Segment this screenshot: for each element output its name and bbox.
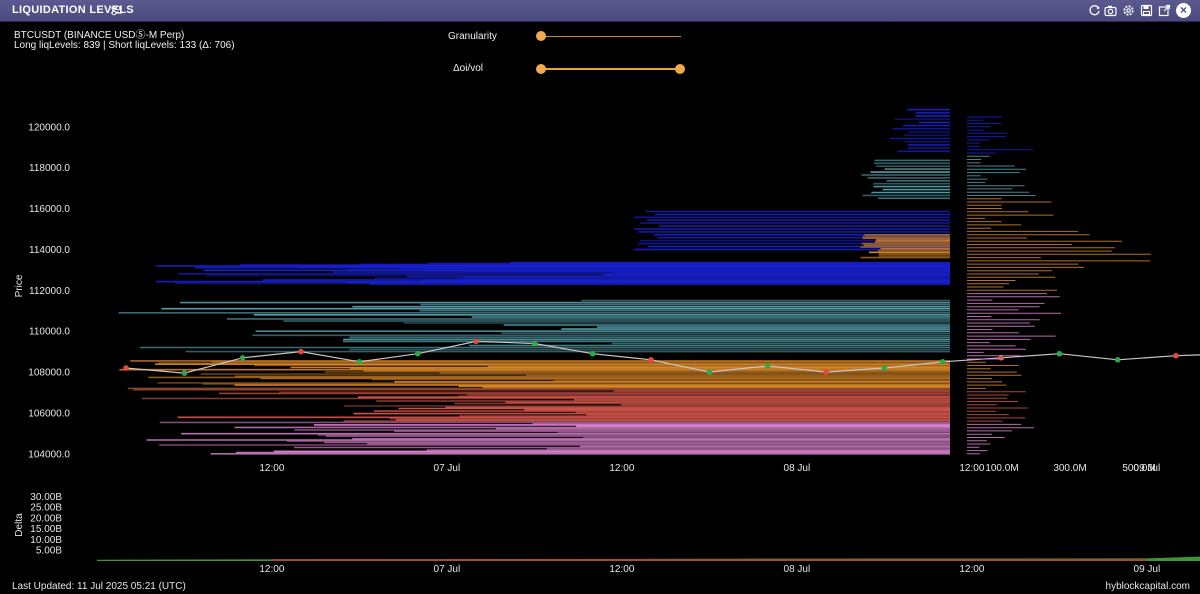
price-point (881, 365, 888, 371)
price-x-tick-label: 12:00 (259, 463, 284, 474)
price-point (823, 369, 829, 375)
liquidation-bands (118, 108, 950, 455)
delta-tick-label: 5.00B (36, 546, 62, 557)
price-x-tick-label: 08 Jul (784, 463, 811, 474)
price-x-tick-label: 12:00 (959, 463, 984, 474)
delta-x-tick-label: 07 Jul (434, 564, 461, 575)
histogram-x-tick-label: 300.0M (1053, 463, 1086, 474)
liquidation-chart: 12:0007 Jul12:0008 Jul12:0009 Jul12:0010… (14, 108, 1200, 575)
price-point (1056, 350, 1063, 357)
price-point (356, 359, 363, 365)
histogram-x-tick-label: 500.0M (1122, 463, 1155, 474)
granularity-slider-knob[interactable] (536, 31, 546, 41)
price-point (648, 357, 654, 363)
price-point (181, 370, 188, 376)
price-point (764, 363, 771, 369)
delta-area-fill (96, 556, 1200, 561)
price-point (123, 365, 129, 371)
oi-vol-slider-max-knob[interactable] (675, 64, 685, 74)
delta-x-tick-label: 09 Jul (1134, 564, 1161, 575)
granularity-label: Granularity (448, 31, 497, 42)
price-point (531, 340, 538, 347)
price-point (298, 348, 304, 355)
delta-x-tick-label: 12:00 (259, 564, 284, 575)
price-point (473, 338, 479, 345)
price-point (239, 355, 246, 361)
delta-x-tick-label: 08 Jul (784, 564, 811, 575)
price-x-tick-label: 12:00 (609, 463, 634, 474)
granularity-slider-track[interactable] (541, 36, 681, 37)
delta-x-tick-label: 12:00 (959, 564, 984, 575)
brand-link[interactable]: hyblockcapital.com (1106, 581, 1190, 592)
price-x-tick-label: 07 Jul (434, 463, 461, 474)
price-tick-label: 114000.0 (29, 245, 70, 256)
price-tick-label: 118000.0 (29, 163, 70, 174)
liquidation-histogram: 100.0M 300.0M 500.0M (967, 116, 1156, 474)
delta-x-tick-label: 12:00 (609, 564, 634, 575)
price-tick-label: 110000.0 (29, 327, 70, 338)
delta-tick-label: 20.00B (30, 513, 62, 524)
price-point (589, 350, 596, 357)
oi-vol-slider-min-knob[interactable] (536, 64, 546, 74)
delta-y-axis: 30.00B25.00B20.00B15.00B10.00B5.00B (30, 492, 62, 557)
delta-negative-strip (271, 559, 1147, 561)
price-point (1114, 357, 1121, 363)
price-tick-label: 112000.0 (29, 286, 70, 297)
price-point (939, 359, 946, 365)
delta-x-axis: 12:0007 Jul12:0008 Jul12:0009 Jul12:0010… (259, 564, 1161, 575)
price-tick-label: 108000.0 (28, 368, 70, 379)
price-tick-label: 104000.0 (28, 449, 70, 460)
delta-tick-label: 25.00B (30, 503, 62, 514)
delta-axis-label: Delta (14, 513, 25, 537)
price-tick-label: 106000.0 (28, 408, 70, 419)
liq-levels-summary: Long liqLevels: 839 | Short liqLevels: 1… (14, 40, 235, 51)
price-point (414, 350, 421, 357)
oi-vol-label: Δoi/vol (453, 63, 484, 74)
histogram-x-tick-label: 100.0M (985, 463, 1018, 474)
price-axis-label: Price (14, 274, 25, 297)
price-tick-label: 116000.0 (29, 204, 70, 215)
delta-tick-label: 30.00B (30, 492, 62, 503)
price-point (706, 369, 713, 375)
delta-area (96, 556, 1200, 561)
delta-tick-label: 15.00B (30, 524, 62, 535)
symbol-label: BTCUSDT (BINANCE USDⓈ-M Perp) (14, 30, 185, 41)
oi-vol-slider-track[interactable] (541, 68, 681, 70)
last-updated: Last Updated: 11 Jul 2025 05:21 (UTC) (12, 581, 186, 592)
price-y-axis: 104000.0 106000.0 108000.0 110000.0 112000.0… (28, 122, 70, 460)
price-point (1173, 352, 1179, 359)
delta-tick-label: 10.00B (30, 535, 62, 546)
price-tick-label: 120000.0 (28, 122, 70, 133)
